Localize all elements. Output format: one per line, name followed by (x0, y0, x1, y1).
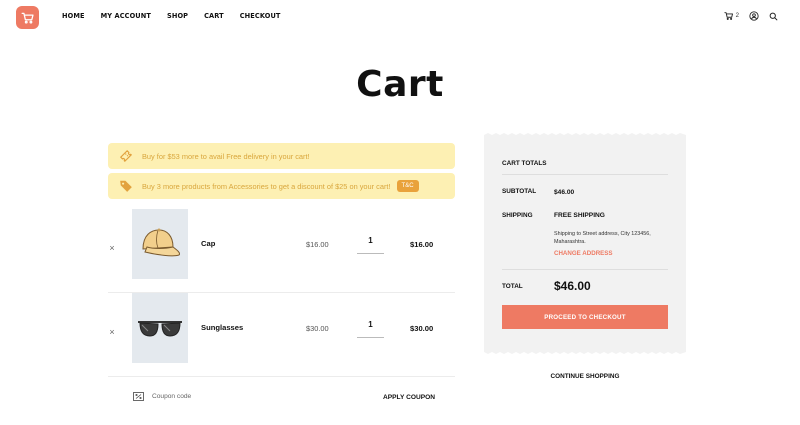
cap-image (142, 228, 180, 257)
change-address-link[interactable]: CHANGE ADDRESS (554, 250, 613, 257)
divider (502, 174, 668, 175)
logo[interactable] (16, 6, 39, 29)
discount-notice: Buy 3 more products from Accessories to … (108, 173, 455, 199)
ticket-icon (118, 148, 134, 164)
free-delivery-notice: Buy for $53 more to avail Free delivery … (108, 143, 455, 169)
tag-icon (118, 178, 134, 194)
product-name[interactable]: Cap (201, 239, 215, 248)
nav-checkout[interactable]: CHECKOUT (240, 12, 281, 20)
panel-bottom-edge (484, 350, 686, 354)
nav-home[interactable]: HOME (62, 12, 85, 20)
shipping-label: SHIPPING (502, 212, 533, 219)
quantity-input[interactable]: 1 (357, 231, 384, 254)
notice-text: Buy for $53 more to avail Free delivery … (142, 151, 310, 161)
header-cart-button[interactable]: 2 (724, 11, 739, 21)
nav-my-account[interactable]: MY ACCOUNT (101, 12, 151, 20)
product-price: $30.00 (306, 324, 329, 333)
cart-count-badge: 2 (735, 13, 739, 19)
user-icon (749, 11, 759, 21)
subtotal-value: $46.00 (554, 189, 575, 196)
total-value: $46.00 (554, 279, 591, 293)
header-icons: 2 (724, 11, 778, 21)
product-thumbnail-sunglasses[interactable] (132, 293, 188, 363)
notice-text: Buy 3 more products from Accessories to … (142, 181, 391, 191)
proceed-to-checkout-button[interactable]: PROCEED TO CHECKOUT (502, 305, 668, 329)
cart-icon (724, 12, 733, 20)
cart-item-row: × Cap $16.00 1 $16.00 (108, 209, 455, 293)
main-nav: HOME MY ACCOUNT SHOP CART CHECKOUT (62, 12, 297, 20)
page-title: Cart (356, 64, 444, 105)
coupon-input[interactable]: Coupon code (152, 393, 191, 400)
product-thumbnail-cap[interactable] (132, 209, 188, 279)
divider (502, 269, 668, 270)
search-button[interactable] (769, 12, 778, 21)
continue-shopping-link[interactable]: CONTINUE SHOPPING (484, 373, 686, 380)
subtotal-label: SUBTOTAL (502, 188, 537, 195)
nav-cart[interactable]: CART (204, 12, 224, 20)
search-icon (769, 12, 778, 20)
cart-totals-heading: CART TOTALS (502, 160, 547, 167)
product-name[interactable]: Sunglasses (201, 323, 243, 332)
sunglasses-image (138, 321, 182, 337)
remove-item-button[interactable]: × (108, 243, 116, 253)
apply-coupon-button[interactable]: APPLY COUPON (383, 394, 435, 401)
remove-item-button[interactable]: × (108, 327, 116, 337)
shipping-address: Shipping to Street address, City 123456,… (554, 231, 651, 245)
account-button[interactable] (749, 11, 759, 21)
coupon-icon (133, 392, 144, 401)
product-price: $16.00 (306, 240, 329, 249)
nav-shop[interactable]: SHOP (167, 12, 188, 20)
cart-item-row: × Sunglasses $30.00 1 $30.00 (108, 293, 455, 377)
shipping-value: FREE SHIPPING (554, 212, 605, 219)
total-label: TOTAL (502, 283, 523, 290)
line-subtotal: $16.00 (410, 240, 434, 249)
tc-badge[interactable]: T&C (396, 180, 419, 192)
coupon-field[interactable]: Coupon code (133, 392, 191, 401)
quantity-input[interactable]: 1 (357, 315, 384, 338)
shopping-cart-icon (21, 12, 34, 24)
cart-totals-panel: CART TOTALS SUBTOTAL $46.00 SHIPPING FRE… (484, 136, 686, 350)
line-subtotal: $30.00 (410, 324, 434, 333)
